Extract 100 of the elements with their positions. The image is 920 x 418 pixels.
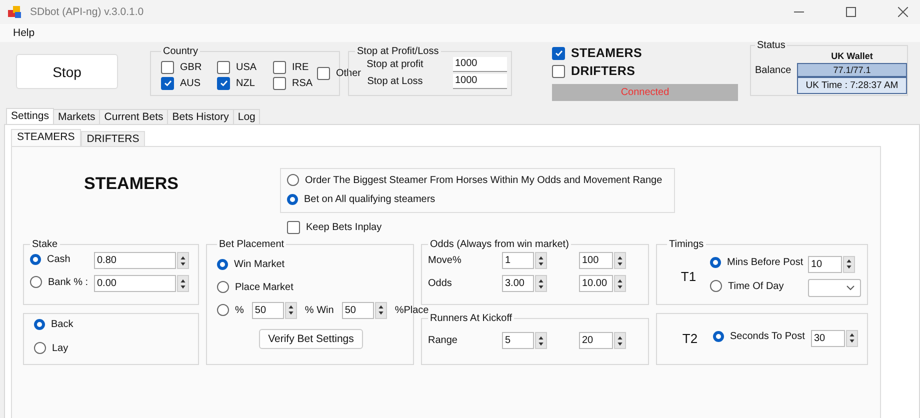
menu-item[interactable]: Help — [8, 27, 40, 39]
spin-buttons[interactable] — [614, 275, 626, 292]
option-label: Time Of Day — [728, 280, 784, 292]
tab[interactable]: Settings — [6, 108, 54, 124]
number-field[interactable]: 100 — [579, 252, 613, 269]
input-field[interactable]: 1000 — [453, 74, 507, 89]
field-label: Range — [428, 335, 458, 346]
radio-button[interactable] — [30, 276, 42, 288]
tab[interactable]: Bets History — [167, 109, 234, 124]
radio-button[interactable] — [710, 280, 722, 292]
checkbox[interactable] — [317, 67, 330, 80]
option-label: Back — [51, 319, 74, 330]
checkbox[interactable] — [217, 60, 230, 74]
radio-button[interactable] — [30, 254, 41, 264]
radio-button[interactable] — [710, 257, 721, 268]
radio-button[interactable] — [34, 319, 45, 330]
stop-button[interactable]: Stop — [16, 54, 118, 89]
balance-label: Balance — [755, 64, 792, 76]
spin-buttons[interactable] — [535, 332, 547, 349]
option-label: GBR — [180, 62, 202, 72]
spin-buttons[interactable] — [846, 330, 858, 346]
group-title: Runners At Kickoff — [429, 313, 514, 324]
number-field[interactable]: 30 — [811, 330, 845, 346]
option-label: Bet on All qualifying steamers — [304, 194, 436, 205]
wallet-title: UK Wallet — [830, 51, 874, 63]
option-label: IRE — [292, 62, 309, 72]
option-label: Cash — [47, 254, 70, 264]
tab[interactable]: DRIFTERS — [80, 131, 146, 146]
number-field[interactable]: 5 — [502, 332, 534, 349]
group-title: Timings — [668, 239, 705, 250]
group-title: Stop at Profit/Loss — [356, 46, 440, 57]
number-field[interactable]: 50 — [342, 302, 374, 318]
option-label: Other — [336, 68, 362, 79]
radio-button[interactable] — [287, 174, 299, 186]
option-label: Bank % : — [48, 276, 88, 288]
radio-button[interactable] — [713, 331, 724, 342]
radio-button[interactable] — [287, 194, 298, 205]
field-label: Move% — [428, 255, 462, 266]
option-label: % Win — [304, 304, 334, 316]
spin-buttons[interactable] — [177, 275, 189, 292]
option-label: Win Market — [234, 258, 285, 270]
checkbox[interactable] — [552, 46, 565, 60]
option-label: Order The Biggest Steamer From Horses Within My Odds and Movement Range — [305, 174, 662, 186]
spin-buttons[interactable] — [614, 332, 626, 349]
radio-button[interactable] — [217, 281, 229, 293]
checkbox[interactable] — [287, 221, 300, 234]
number-field[interactable]: 0.80 — [94, 252, 176, 269]
field-label: Odds — [428, 278, 453, 289]
spin-buttons[interactable] — [177, 252, 189, 269]
chevron-down-icon — [846, 284, 855, 290]
check-icon — [218, 78, 228, 88]
uk-time: UK Time : 7:28:37 AM — [797, 77, 907, 94]
option-label: Mins Before Post — [727, 257, 804, 268]
spin-buttons[interactable] — [843, 256, 855, 272]
checkbox[interactable] — [161, 76, 174, 90]
connection-status: Connected — [552, 84, 738, 100]
checkbox[interactable] — [552, 64, 565, 78]
checkbox[interactable] — [273, 76, 286, 90]
spin-buttons[interactable] — [374, 302, 387, 318]
option-label: NZL — [236, 78, 255, 88]
radio-button[interactable] — [217, 304, 229, 316]
number-field[interactable]: 0.00 — [94, 275, 176, 292]
spin-buttons[interactable] — [535, 252, 547, 269]
option-label: %Place — [394, 304, 429, 316]
option-label: Seconds To Post — [730, 331, 805, 342]
radio-button[interactable] — [217, 258, 228, 270]
number-field[interactable]: 10.00 — [579, 275, 613, 292]
balance-value: 77.1/77.1 — [797, 63, 907, 77]
check-icon — [554, 48, 564, 58]
checkbox[interactable] — [273, 60, 286, 74]
option-label: DRIFTERS — [571, 64, 636, 78]
tab[interactable]: Log — [232, 109, 260, 124]
number-field[interactable]: 3.00 — [502, 275, 534, 292]
option-label: USA — [236, 62, 257, 72]
spin-buttons[interactable] — [284, 302, 297, 318]
close-icon[interactable] — [898, 7, 908, 17]
check-icon — [162, 78, 172, 88]
number-field[interactable]: 1 — [502, 252, 534, 269]
number-field[interactable]: 50 — [252, 302, 284, 318]
tab[interactable]: STEAMERS — [11, 129, 81, 146]
group-title: Status — [756, 40, 786, 51]
group-title: Stake — [31, 239, 59, 250]
app-icon — [8, 5, 22, 19]
checkbox[interactable] — [217, 76, 230, 90]
spin-buttons[interactable] — [535, 275, 547, 292]
option-label: RSA — [292, 78, 313, 88]
radio-button[interactable] — [34, 342, 46, 354]
number-field[interactable]: 10 — [808, 256, 842, 272]
input-field[interactable]: 1000 — [453, 57, 507, 72]
maximize-icon[interactable] — [846, 7, 856, 17]
number-field[interactable]: 20 — [579, 332, 613, 349]
field-label: Stop at profit — [366, 59, 424, 70]
option-label: Keep Bets Inplay — [306, 222, 382, 233]
checkbox[interactable] — [161, 60, 174, 74]
group-title: Bet Placement — [218, 239, 286, 250]
option-label: Place Market — [235, 282, 294, 292]
window-title: SDbot (API-ng) v.3.0.1.0 — [30, 6, 144, 18]
spin-buttons[interactable] — [614, 252, 626, 269]
option-label: Lay — [52, 342, 68, 354]
verify-button[interactable]: Verify Bet Settings — [259, 329, 363, 349]
